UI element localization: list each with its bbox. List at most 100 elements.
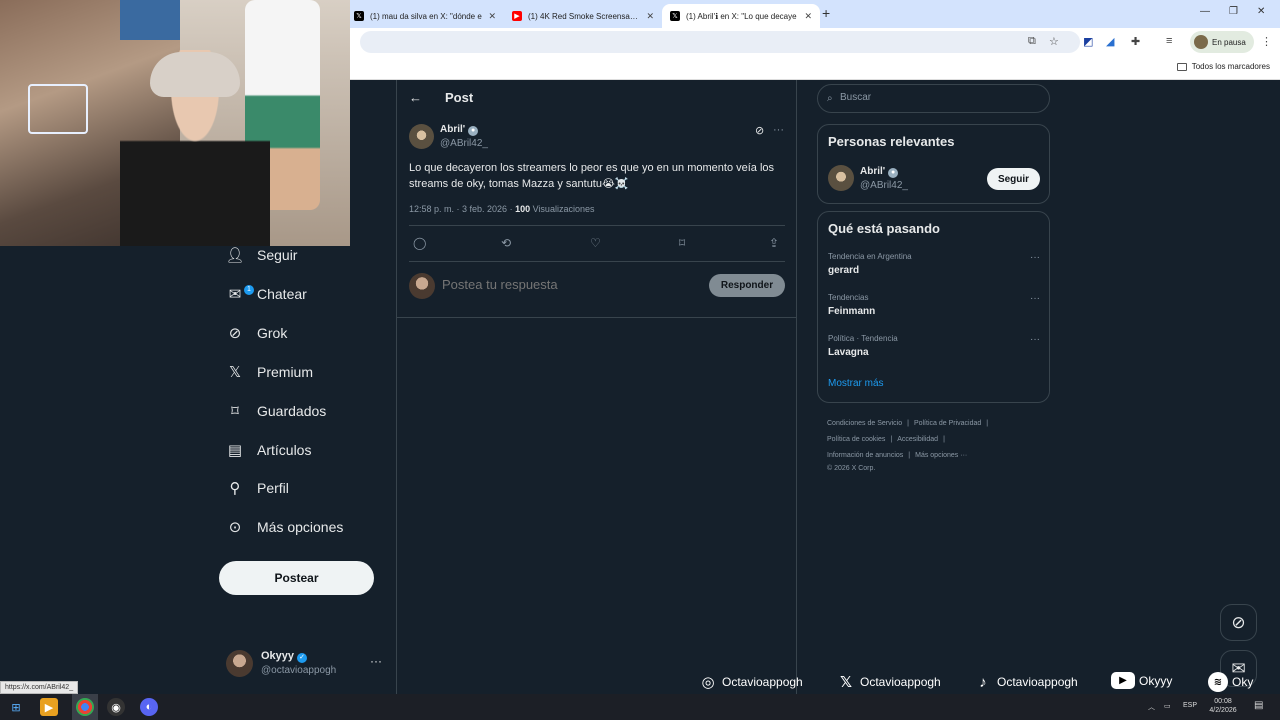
grok-floating-button[interactable]: ⊘ xyxy=(1220,604,1257,641)
discord-icon[interactable]: ◐ xyxy=(140,698,158,716)
social-label: Octavioappogh xyxy=(860,675,941,689)
media-player-icon[interactable]: ▶ xyxy=(40,698,58,716)
author-avatar[interactable] xyxy=(409,124,434,149)
show-more-link[interactable]: Mostrar más xyxy=(828,378,884,389)
grok-icon: ⊘ xyxy=(228,325,242,342)
minimize-icon[interactable]: — xyxy=(1200,6,1210,17)
post-header: ← Post xyxy=(397,80,797,116)
sidebar-item-seguir[interactable]: 👤︎ Seguir xyxy=(225,241,297,269)
like-icon[interactable]: ♡ xyxy=(590,236,601,250)
post-button[interactable]: Postear xyxy=(219,561,374,595)
account-name: Okyyy ✓ xyxy=(261,650,308,663)
close-window-icon[interactable]: ✕ xyxy=(1257,6,1265,17)
browser-tab-3-active[interactable]: 𝕏 (1) Abril'ℹ en X: "Lo que decaye ✕ xyxy=(662,4,820,28)
restore-icon[interactable]: ❐ xyxy=(1229,6,1238,17)
person-name[interactable]: Abril' ● xyxy=(860,166,899,178)
network-icon[interactable]: ▭ xyxy=(1164,702,1171,710)
author-name-text: Abril' xyxy=(440,124,466,135)
trend-category: Tendencia en Argentina xyxy=(828,252,912,261)
badge-icon: ● xyxy=(888,168,899,178)
obs-icon[interactable]: ◉ xyxy=(107,698,125,716)
kebab-menu-icon[interactable]: ⋮ xyxy=(1261,35,1272,48)
more-circle-icon: ⊙ xyxy=(228,519,242,536)
social-tiktok: ♪ Octavioappogh xyxy=(973,672,1077,692)
more-options-link[interactable]: Más opciones ··· xyxy=(915,452,967,459)
close-icon[interactable]: ✕ xyxy=(646,11,654,22)
trend-item[interactable]: Política · Tendencia Lavagna ··· xyxy=(828,334,1040,364)
more-icon[interactable]: ··· xyxy=(1030,334,1040,345)
accessibility-link[interactable]: Accesibilidad xyxy=(897,436,938,443)
browser-tab-1[interactable]: 𝕏 (1) mau da silva en X: "dónde e ✕ xyxy=(346,4,504,28)
close-icon[interactable]: ✕ xyxy=(804,11,812,22)
extension-icon[interactable]: ◩ xyxy=(1083,35,1093,48)
grok-icon[interactable]: ⊘ xyxy=(755,124,764,137)
reply-icon[interactable]: ◯ xyxy=(413,236,426,250)
sidebar-item-premium[interactable]: 𝕏 Premium xyxy=(226,358,313,386)
reply-input[interactable] xyxy=(442,277,692,292)
social-spotify: ≋ Oky xyxy=(1208,672,1253,692)
profile-button[interactable]: En pausa xyxy=(1190,31,1254,53)
copyright: © 2026 X Corp. xyxy=(827,465,876,472)
author-handle[interactable]: @ABril42_ xyxy=(440,138,488,149)
social-x: 𝕏 Octavioappogh xyxy=(836,672,941,692)
webcam-painting xyxy=(120,0,180,40)
media-control-icon[interactable]: ≡ xyxy=(1166,35,1172,47)
cookies-link[interactable]: Política de cookies xyxy=(827,436,885,443)
sidebar-item-mas-opciones[interactable]: ⊙ Más opciones xyxy=(226,513,344,541)
reply-button[interactable]: Responder xyxy=(709,274,785,297)
sidebar-item-guardados[interactable]: ⌑ Guardados xyxy=(226,397,326,425)
browser-tab-2[interactable]: ▶ (1) 4K Red Smoke Screensaver ✕ xyxy=(504,4,662,28)
bookmark-icon[interactable]: ⌑ xyxy=(679,236,685,250)
sidebar-item-label: Grok xyxy=(257,325,288,341)
star-icon[interactable]: ☆ xyxy=(1049,35,1059,48)
more-icon[interactable]: ··· xyxy=(1030,293,1040,304)
sidebar-item-label: Guardados xyxy=(257,403,327,419)
sidebar-item-perfil[interactable]: ⚲ Perfil xyxy=(226,474,289,502)
terms-link[interactable]: Condiciones de Servicio xyxy=(827,420,902,427)
more-icon[interactable]: ··· xyxy=(1030,252,1040,263)
social-label: Oky xyxy=(1232,675,1254,689)
trend-item[interactable]: Tendencia en Argentina gerard ··· xyxy=(828,252,1040,282)
back-arrow-icon[interactable]: ← xyxy=(409,90,422,105)
extension-icon[interactable]: ◢ xyxy=(1106,35,1114,48)
x-logo-icon: 𝕏 xyxy=(354,11,364,21)
chrome-icon[interactable] xyxy=(76,698,94,716)
system-clock[interactable]: 00:08 4/2/2026 xyxy=(1200,697,1246,715)
install-icon[interactable]: ⧉ xyxy=(1028,35,1036,48)
extensions-puzzle-icon[interactable]: ✚ xyxy=(1131,35,1140,48)
chevron-up-icon[interactable]: ︿ xyxy=(1148,702,1155,712)
trend-item[interactable]: Tendencias Feinmann ··· xyxy=(828,293,1040,323)
views-label: Visualizaciones xyxy=(530,204,595,214)
address-bar[interactable] xyxy=(360,31,1080,53)
search-input[interactable] xyxy=(840,92,1040,103)
all-bookmarks-button[interactable]: Todos los marcadores xyxy=(1176,62,1270,71)
avatar xyxy=(409,273,435,299)
post-column: ← Post Abril' ● @ABril42_ ⊘ ··· Lo que de… xyxy=(396,80,797,694)
windows-start-icon[interactable]: ⊞ xyxy=(7,698,25,716)
search-box[interactable]: ⌕ xyxy=(817,84,1050,113)
sidebar-item-grok[interactable]: ⊘ Grok xyxy=(226,319,288,347)
webcam-overlay xyxy=(0,0,350,246)
post-timestamp[interactable]: 12:58 p. m. · 3 feb. 2026 · xyxy=(409,204,515,214)
close-icon[interactable]: ✕ xyxy=(488,11,496,22)
sidebar-item-articulos[interactable]: ▤ Artículos xyxy=(226,436,312,464)
more-icon[interactable]: ··· xyxy=(773,124,784,136)
follow-button[interactable]: Seguir xyxy=(987,168,1040,190)
notifications-icon[interactable]: ▤ xyxy=(1254,700,1263,711)
card-title: Qué está pasando xyxy=(828,221,940,236)
more-icon[interactable]: ··· xyxy=(370,654,382,668)
sidebar-item-chatear[interactable]: ✉ 1 Chatear xyxy=(226,280,307,308)
privacy-link[interactable]: Política de Privacidad xyxy=(914,420,981,427)
avatar xyxy=(1194,35,1208,49)
clock-date: 4/2/2026 xyxy=(1209,707,1237,714)
ads-info-link[interactable]: Información de anuncios xyxy=(827,452,903,459)
sidebar-item-label: Artículos xyxy=(257,442,312,458)
person-handle[interactable]: @ABril42_ xyxy=(860,180,908,191)
language-indicator[interactable]: ESP xyxy=(1183,702,1197,709)
trend-name: gerard xyxy=(828,265,860,276)
share-icon[interactable]: ⇪ xyxy=(769,236,779,250)
repost-icon[interactable]: ⟲ xyxy=(501,236,511,250)
new-tab-icon[interactable]: + xyxy=(822,5,830,21)
author-name[interactable]: Abril' ● xyxy=(440,124,479,136)
avatar[interactable] xyxy=(828,165,854,191)
